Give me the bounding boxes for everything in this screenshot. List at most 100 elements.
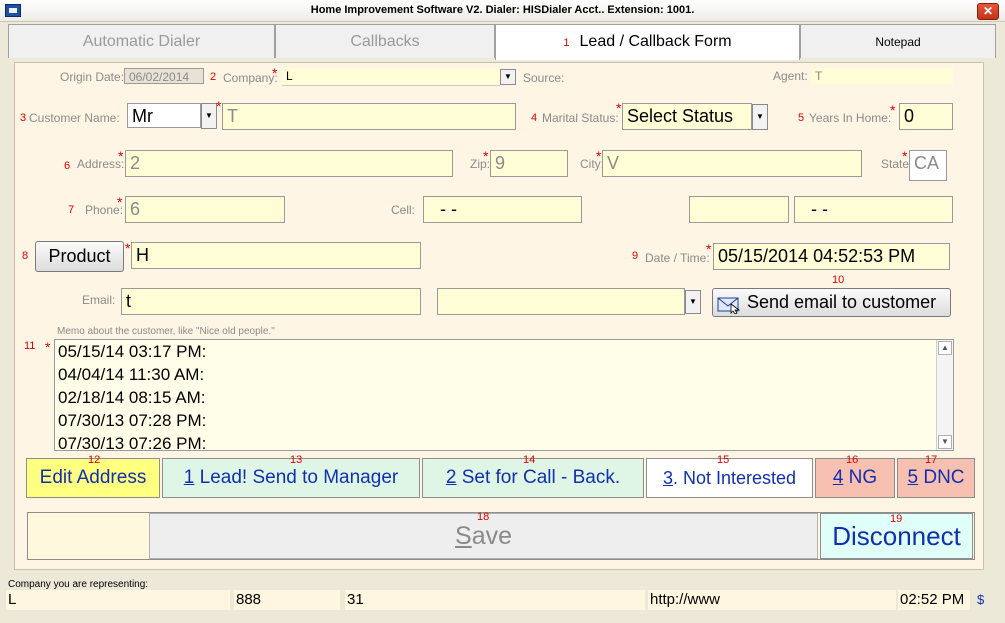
chevron-down-icon[interactable]: ▼ <box>752 104 768 130</box>
tab-label: Notepad <box>875 35 921 49</box>
customer-name-field[interactable]: T <box>222 103 516 130</box>
button-label: NG <box>843 467 878 488</box>
title-bar: Home Improvement Software V2. Dialer: HI… <box>0 0 1005 22</box>
address-field[interactable]: 2 <box>125 150 453 177</box>
button-label: Edit Address <box>39 467 147 488</box>
scroll-down-icon[interactable]: ▼ <box>938 435 952 449</box>
email-field[interactable]: t <box>121 288 421 315</box>
required-marker: * <box>45 339 51 355</box>
state-field[interactable]: CA <box>909 150 947 181</box>
other-phone-field[interactable]: - - <box>794 196 953 223</box>
years-in-home-label: Years In Home: <box>809 111 892 125</box>
memo-hint: Memo about the customer, like "Nice old … <box>57 326 275 337</box>
memo-line: 04/04/14 11:30 AM: <box>58 365 205 384</box>
tab-automatic-dialer[interactable]: Automatic Dialer <box>8 24 275 58</box>
annotation-number: 8 <box>22 250 29 262</box>
product-field[interactable]: H <box>131 242 421 269</box>
chevron-down-icon[interactable]: ▼ <box>685 290 701 314</box>
email-template-select[interactable] <box>437 288 685 315</box>
status-time: 02:52 PM <box>898 590 970 610</box>
close-button[interactable]: ✕ <box>977 3 999 20</box>
shortcut-key: 5 <box>907 467 919 488</box>
company-representing-label: Company you are representing: <box>8 579 149 590</box>
cell-field[interactable]: - - <box>423 196 582 223</box>
memo-line: 07/30/13 07:26 PM: <box>58 434 207 451</box>
tab-strip: Automatic Dialer Callbacks 1 Lead / Callb… <box>8 24 996 60</box>
button-label: Disconnect <box>832 521 961 551</box>
memo-line: 07/30/13 07:28 PM: <box>58 411 207 430</box>
required-marker: * <box>483 148 489 164</box>
button-label: Lead! Send to Manager <box>194 467 399 488</box>
customer-name-label: Customer Name: <box>29 111 120 125</box>
annotation-number: 10 <box>832 274 845 286</box>
required-marker: * <box>125 240 131 256</box>
required-marker: * <box>706 241 712 257</box>
window-title: Home Improvement Software V2. Dialer: HI… <box>310 4 695 16</box>
not-interested-button[interactable]: 3. Not Interested <box>646 458 813 498</box>
extra-phone-field[interactable] <box>689 196 789 223</box>
annotation-number: 5 <box>798 112 805 124</box>
status-phone: 888 <box>234 590 340 610</box>
shortcut-key: 2 <box>445 467 457 488</box>
required-marker: * <box>902 148 908 164</box>
tab-lead-callback-form[interactable]: 1 Lead / Callback Form <box>495 24 800 60</box>
company-label: Company: <box>223 71 278 85</box>
button-label: . Not Interested <box>672 468 797 488</box>
chevron-down-icon[interactable]: ▼ <box>201 103 217 129</box>
annotation-number: 19 <box>890 513 903 525</box>
tab-label: Callbacks <box>350 33 420 50</box>
status-field-3: 31 <box>345 590 645 610</box>
annotation-number: 16 <box>846 454 859 466</box>
annotation-number: 4 <box>531 112 538 124</box>
required-marker: * <box>272 65 278 81</box>
agent-label: Agent: <box>773 69 808 83</box>
annotation-number: 17 <box>925 454 938 466</box>
status-url: http://www <box>648 590 896 610</box>
email-label: Email: <box>82 293 116 307</box>
required-marker: * <box>596 148 602 164</box>
annotation-number: 11 <box>24 340 36 352</box>
memo-line: 05/15/14 03:17 PM: <box>58 342 207 361</box>
tab-label: Lead / Callback Form <box>579 33 732 50</box>
marital-status-select[interactable]: Select Status <box>622 103 752 130</box>
phone-field[interactable]: 6 <box>125 196 285 223</box>
send-email-button[interactable]: Send email to customer <box>712 288 951 317</box>
required-marker: * <box>117 194 123 210</box>
memo-scrollbar[interactable]: ▲ ▼ <box>936 340 953 450</box>
annotation-number: 14 <box>523 454 536 466</box>
state-label: State: <box>881 157 913 171</box>
annotation-number: 12 <box>88 454 101 466</box>
annotation-number: 15 <box>717 454 730 466</box>
tab-notepad[interactable]: Notepad <box>800 24 996 58</box>
annotation-number: 18 <box>477 511 490 523</box>
salutation-select[interactable]: Mr <box>127 103 201 128</box>
tab-callbacks[interactable]: Callbacks <box>275 24 495 58</box>
status-company: L <box>6 590 230 610</box>
send-email-label: Send email to customer <box>747 292 937 312</box>
chevron-down-icon[interactable]: ▼ <box>500 69 516 85</box>
annotation-number: 13 <box>290 454 303 466</box>
annotation-number: 7 <box>68 204 75 216</box>
annotation-number: 1 <box>563 37 570 49</box>
button-label: Set for Call - Back. <box>456 467 621 488</box>
annotation-number: 3 <box>20 112 27 124</box>
datetime-field[interactable]: 05/15/2014 04:52:53 PM <box>713 243 950 270</box>
company-select[interactable]: L <box>282 68 500 86</box>
origin-date-field: 06/02/2014 <box>124 68 204 84</box>
shortcut-key: S <box>455 522 472 550</box>
zip-field[interactable]: 9 <box>490 150 568 177</box>
years-in-home-field[interactable]: 0 <box>899 103 953 130</box>
city-field[interactable]: V <box>602 150 862 177</box>
envelope-icon <box>717 297 741 314</box>
shortcut-key: 3 <box>662 468 673 488</box>
shortcut-key: 1 <box>183 467 195 488</box>
scroll-up-icon[interactable]: ▲ <box>938 341 952 355</box>
source-label: Source: <box>523 71 565 85</box>
product-button[interactable]: Product <box>35 241 124 272</box>
dollar-icon[interactable]: $ <box>975 590 995 610</box>
annotation-number: 6 <box>64 160 71 172</box>
shortcut-key: 4 <box>832 467 844 488</box>
tab-label: Automatic Dialer <box>82 33 201 50</box>
marital-status-label: Marital Status: <box>542 111 619 125</box>
memo-textarea[interactable]: 05/15/14 03:17 PM: 04/04/14 11:30 AM: 02… <box>54 339 954 451</box>
